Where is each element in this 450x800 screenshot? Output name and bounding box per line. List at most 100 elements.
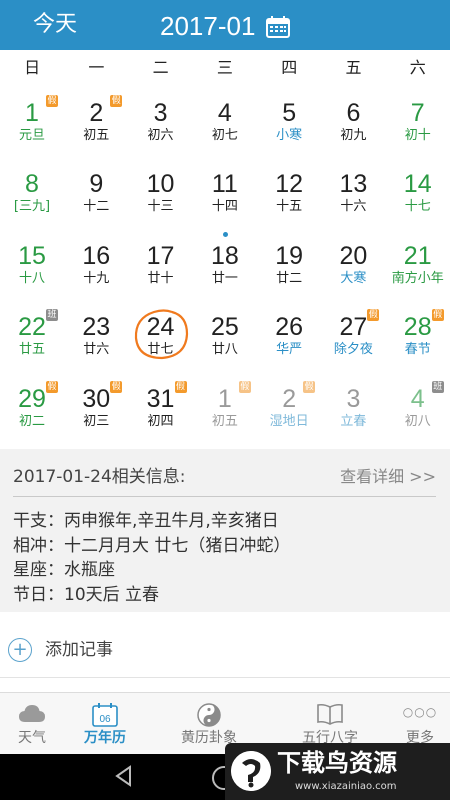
tab-weather[interactable]: 天气 — [0, 693, 64, 755]
day-cell[interactable]: 29 初二假 — [0, 372, 64, 443]
calendar-app: 今天 2017-01 日 一 二 三 四 五 六 1 元旦假 2 初五假 3 初六 4 初七 5… — [0, 0, 450, 800]
divider — [13, 496, 436, 497]
info-row-ganzhi: 干支：丙申猴年,辛丑牛月,辛亥猪日 — [13, 511, 279, 531]
event-dot — [222, 231, 228, 237]
day-number: 8 — [25, 170, 39, 199]
day-cell[interactable]: 7 初十 — [386, 86, 450, 157]
day-number: 5 — [282, 99, 297, 127]
day-number: 23 — [82, 313, 111, 342]
add-icon: + — [8, 638, 32, 662]
day-cell[interactable]: 14 十七 — [386, 157, 450, 228]
day-number: 12 — [275, 170, 304, 199]
day-cell[interactable]: 4 初七 — [193, 86, 257, 157]
date-info-panel: 2017-01-24相关信息: 查看详细 >> 干支：丙申猴年,辛丑牛月,辛亥猪… — [0, 449, 450, 612]
holiday-badge: 假 — [174, 380, 187, 393]
day-cell[interactable]: 13 十六 — [321, 157, 385, 228]
day-cell[interactable]: 15 十八 — [0, 229, 64, 300]
day-number: 7 — [410, 99, 425, 127]
calendar-06-icon: 06 — [92, 703, 118, 727]
day-number: 16 — [82, 241, 111, 270]
day-cell[interactable]: 2 湿地日假 — [257, 372, 321, 443]
day-cell[interactable]: 21 南方小年 — [386, 229, 450, 300]
day-number: 9 — [89, 170, 104, 199]
weekday-label: 六 — [409, 58, 426, 77]
lunar-date-label: 春节 — [404, 342, 431, 358]
info-row-clash: 相冲：十二月月大 廿七（猪日冲蛇） — [13, 535, 291, 556]
tab-calendar[interactable]: 06 万年历 — [73, 693, 137, 755]
day-cell[interactable]: 25 廿八 — [193, 300, 257, 371]
day-cell[interactable]: 30 初三假 — [64, 372, 128, 443]
day-cell[interactable]: 3 初六 — [129, 86, 193, 157]
day-cell[interactable]: 1 初五假 — [193, 372, 257, 443]
day-number: 14 — [403, 170, 432, 199]
day-number: 13 — [339, 170, 368, 199]
day-number: 11 — [211, 170, 238, 199]
holiday-badge: 假 — [46, 380, 58, 393]
divider — [0, 677, 450, 678]
holiday-badge: 假 — [110, 95, 123, 107]
day-number: 25 — [210, 313, 239, 342]
today-button[interactable]: 今天 — [33, 12, 77, 38]
day-number: 21 — [403, 241, 432, 270]
day-cell[interactable]: 16 十九 — [64, 229, 128, 300]
add-note-label: 添加记事 — [45, 640, 113, 660]
day-cell[interactable]: 28 春节假 — [386, 300, 450, 371]
holiday-badge: 假 — [46, 95, 58, 107]
day-cell[interactable]: 31 初四假 — [129, 372, 193, 443]
day-cell[interactable]: 3 立春 — [321, 372, 385, 443]
svg-text:06: 06 — [99, 714, 111, 725]
day-cell[interactable]: 10 十三 — [129, 157, 193, 228]
day-cell[interactable]: 6 初九 — [321, 86, 385, 157]
info-rows: 干支：丙申猴年,辛丑牛月,辛亥猪日 相冲：十二月月大 廿七（猪日冲蛇） 星座：水… — [13, 509, 290, 607]
holiday-badge: 假 — [303, 380, 316, 393]
watermark: 下载鸟资源 www.xiazainiao.com — [225, 743, 450, 800]
lunar-date-label: 十七 — [404, 199, 431, 215]
day-number: 3 — [153, 99, 168, 127]
day-cell[interactable]: 20 大寒 — [321, 229, 385, 300]
weekday-label: 日 — [24, 58, 41, 77]
day-cell[interactable]: 19 廿二 — [257, 229, 321, 300]
add-note-row[interactable]: + 添加记事 — [0, 622, 450, 678]
day-cell[interactable]: 26 华严 — [257, 300, 321, 371]
holiday-badge: 假 — [431, 309, 444, 322]
month-title[interactable]: 2017-01 — [160, 11, 255, 41]
day-cell[interactable]: 5 小寒 — [257, 86, 321, 157]
day-cell-selected[interactable]: 24 廿七 — [129, 300, 193, 371]
day-cell[interactable]: 2 初五假 — [64, 86, 128, 157]
day-cell[interactable]: 27 除夕夜假 — [321, 300, 385, 371]
info-row-festival: 节日：10天后 立春 — [13, 584, 160, 605]
weekday-label: 三 — [216, 58, 233, 77]
weekday-label: 一 — [88, 58, 105, 77]
day-cell[interactable]: 17 廿十 — [129, 229, 193, 300]
book-icon — [317, 703, 343, 725]
day-cell[interactable]: 22 廿五班 — [0, 300, 64, 371]
day-number: 6 — [346, 99, 361, 127]
view-details-link[interactable]: 查看详细 >> — [340, 467, 436, 487]
day-cell[interactable]: 18 廿一 — [193, 229, 257, 300]
yin-yang-icon — [197, 703, 221, 727]
watermark-logo-icon — [231, 751, 271, 791]
info-title: 2017-01-24相关信息: — [13, 467, 186, 487]
day-cell[interactable]: 23 廿六 — [64, 300, 128, 371]
workday-badge: 班 — [46, 309, 58, 322]
day-cell[interactable]: 8 [三九] — [0, 157, 64, 228]
calendar-icon[interactable] — [266, 16, 290, 38]
day-cell[interactable]: 11 十四 — [193, 157, 257, 228]
day-number: 10 — [146, 170, 175, 199]
cloud-icon — [19, 705, 45, 722]
weekday-label: 五 — [345, 58, 362, 77]
day-cell[interactable]: 12 十五 — [257, 157, 321, 228]
tab-label: 万年历 — [84, 730, 126, 746]
more-dots-icon: ○○○ — [402, 705, 438, 719]
day-cell[interactable]: 4 初八班 — [386, 372, 450, 443]
day-number: 17 — [146, 241, 175, 270]
day-number: 19 — [275, 241, 304, 270]
day-number: 24 — [146, 313, 175, 342]
back-icon[interactable] — [112, 764, 136, 788]
lunar-date-label: 南方小年 — [391, 270, 444, 286]
lunar-date-label: 初八 — [404, 413, 431, 429]
holiday-badge: 假 — [110, 380, 123, 393]
day-number: 26 — [275, 313, 304, 342]
day-cell[interactable]: 1 元旦假 — [0, 86, 64, 157]
day-cell[interactable]: 9 十二 — [64, 157, 128, 228]
